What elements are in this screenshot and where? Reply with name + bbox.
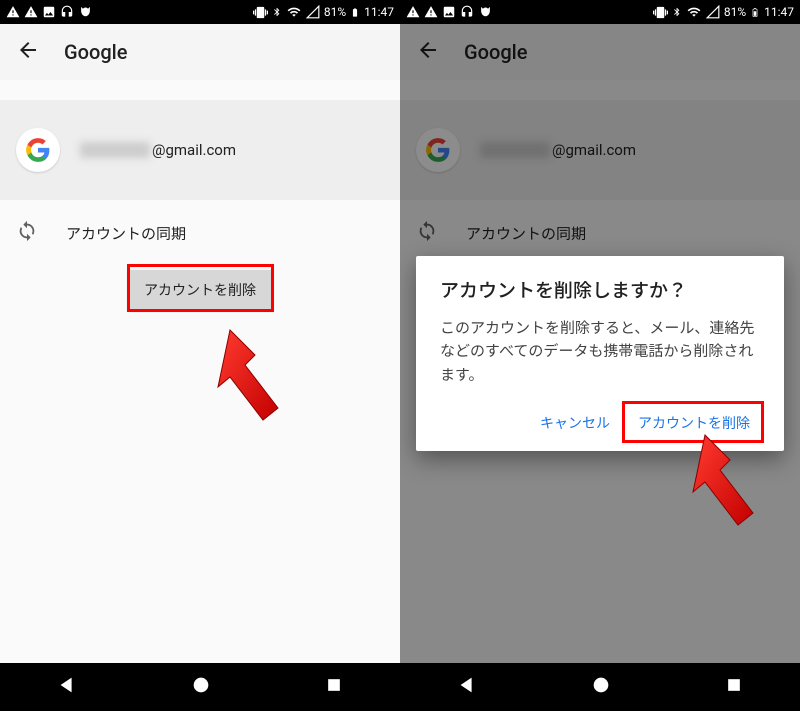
dialog-title: アカウントを削除しますか？ (440, 276, 760, 303)
headphones-icon (460, 5, 474, 19)
nav-recent-icon[interactable] (324, 675, 344, 699)
image-icon (442, 5, 456, 19)
navigation-bar (400, 663, 800, 711)
image-icon (42, 5, 56, 19)
screen-left: 81% 11:47 Google (0, 0, 400, 711)
status-bar: 81% 11:47 (400, 0, 800, 24)
wifi-icon (686, 5, 702, 19)
signal-icon (706, 5, 720, 19)
warning-icon (424, 5, 438, 19)
vibrate-icon (253, 5, 268, 20)
clock-time: 11:47 (764, 5, 794, 19)
nav-home-icon[interactable] (190, 674, 212, 700)
warning-icon (6, 5, 20, 19)
vibrate-icon (653, 5, 668, 20)
annotation-arrow-icon (200, 325, 290, 439)
back-arrow-icon[interactable] (16, 38, 40, 66)
bluetooth-icon (272, 5, 282, 19)
app-bar: Google (0, 24, 400, 80)
battery-icon (350, 5, 360, 20)
google-logo-icon (16, 128, 60, 172)
account-header[interactable]: @gmail.com (0, 100, 400, 200)
dialog-actions: キャンセル アカウントを削除 (440, 403, 760, 443)
wifi-icon (286, 5, 302, 19)
dialog-body: このアカウントを削除すると、メール、連絡先などのすべてのデータも携帯電話から削除… (440, 317, 760, 387)
headphones-icon (60, 5, 74, 19)
battery-icon (750, 5, 760, 20)
nav-back-icon[interactable] (456, 674, 478, 700)
nav-back-icon[interactable] (56, 674, 78, 700)
battery-pct: 81% (324, 5, 346, 19)
warning-icon (406, 5, 420, 19)
email-suffix: @gmail.com (152, 141, 236, 159)
navigation-bar (0, 663, 400, 711)
confirm-dialog: アカウントを削除しますか？ このアカウントを削除すると、メール、連絡先などのすべ… (416, 256, 784, 451)
clock-time: 11:47 (364, 5, 394, 19)
sync-row[interactable]: アカウントの同期 (0, 200, 400, 266)
status-bar: 81% 11:47 (0, 0, 400, 24)
cat-icon (478, 5, 493, 20)
cat-icon (78, 5, 93, 20)
dialog-confirm-button[interactable]: アカウントを削除 (628, 403, 760, 443)
page-title: Google (64, 40, 127, 64)
redacted-text (80, 142, 150, 158)
nav-recent-icon[interactable] (724, 675, 744, 699)
warning-icon (24, 5, 38, 19)
dialog-cancel-button[interactable]: キャンセル (530, 403, 620, 443)
delete-account-button[interactable]: アカウントを削除 (128, 270, 272, 310)
nav-home-icon[interactable] (590, 674, 612, 700)
sync-label: アカウントの同期 (66, 223, 186, 244)
delete-button-container: アカウントを削除 (0, 270, 400, 310)
battery-pct: 81% (724, 5, 746, 19)
screen-right: 81% 11:47 Google (400, 0, 800, 711)
signal-icon (306, 5, 320, 19)
account-email: @gmail.com (80, 141, 236, 159)
sync-icon (16, 220, 38, 246)
bluetooth-icon (672, 5, 682, 19)
